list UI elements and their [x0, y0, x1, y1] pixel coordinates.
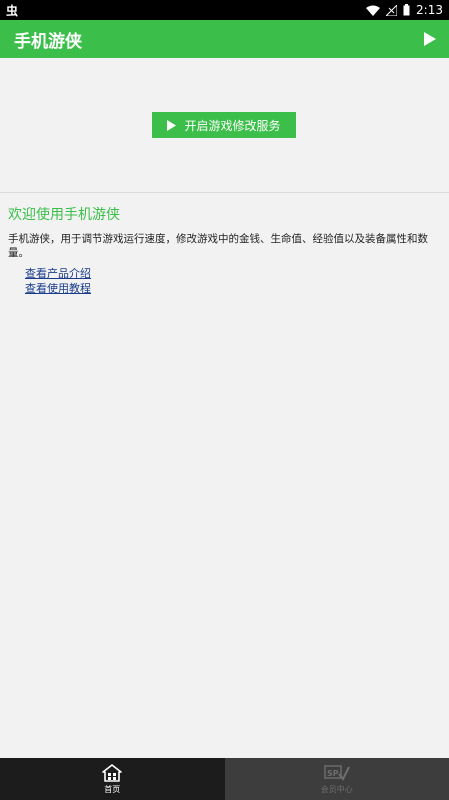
app-title: 手机游侠 [14, 31, 82, 52]
nav-label-member-center: 会员中心 [320, 784, 353, 794]
status-left: 虫 [6, 2, 18, 19]
play-icon [167, 119, 177, 131]
play-icon[interactable] [423, 32, 437, 46]
status-time: 2:13 [416, 3, 443, 17]
app-bar: 手机游侠 [0, 20, 449, 58]
home-icon [102, 763, 123, 782]
welcome-title: 欢迎使用手机游侠 [8, 207, 120, 223]
app-description: 手机游侠，用于调节游戏运行速度，修改游戏中的金钱、生命值、经验值以及装备属性和数… [8, 233, 428, 259]
nav-item-home[interactable]: 首页 [0, 758, 225, 800]
status-bar: 虫 2:13 [0, 0, 449, 20]
wifi-icon [366, 5, 381, 16]
nav-item-member-center[interactable]: SP 会员中心 [224, 758, 449, 800]
start-button-label: 开启游戏修改服务 [184, 118, 281, 133]
status-right: 2:13 [366, 3, 443, 17]
nav-label-home: 首页 [104, 784, 121, 794]
divider [0, 192, 449, 193]
svg-text:SP: SP [327, 769, 339, 778]
help-links: 查看产品介绍 查看使用教程 [25, 267, 91, 296]
tutorial-link[interactable]: 查看使用教程 [25, 282, 91, 296]
bottom-nav: 首页 SP 会员中心 [0, 758, 449, 800]
no-signal-icon [386, 4, 398, 16]
start-mod-service-button[interactable]: 开启游戏修改服务 [152, 112, 296, 138]
sp-member-icon: SP [324, 764, 350, 782]
product-intro-link[interactable]: 查看产品介绍 [25, 267, 91, 281]
debug-bug-icon: 虫 [6, 3, 19, 18]
battery-icon [403, 4, 410, 16]
